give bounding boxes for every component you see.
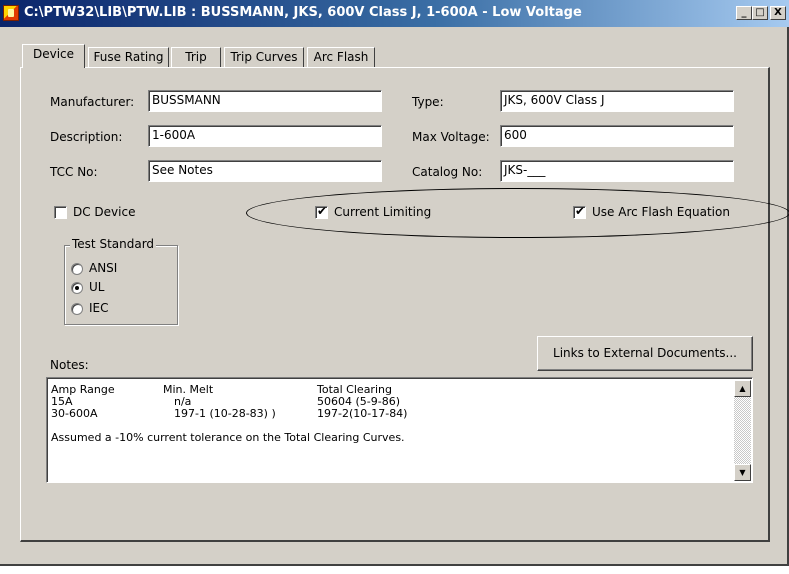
tcc-no-field[interactable]: See Notes xyxy=(148,160,382,182)
notes-row-range: 30-600A xyxy=(51,407,98,420)
close-button[interactable]: X xyxy=(770,6,786,20)
type-label: Type: xyxy=(412,95,444,109)
tcc-no-label: TCC No: xyxy=(50,165,98,179)
radio-iec-label: IEC xyxy=(89,301,109,315)
description-label: Description: xyxy=(50,130,123,144)
manufacturer-field[interactable]: BUSSMANN xyxy=(148,90,382,112)
catalog-no-label: Catalog No: xyxy=(412,165,483,179)
title-bar[interactable]: C:\PTW32\LIB\PTW.LIB : BUSSMANN, JKS, 60… xyxy=(0,0,789,27)
max-voltage-field[interactable]: 600 xyxy=(500,125,734,147)
notes-scrollbar[interactable]: ▲ ▼ xyxy=(734,380,751,481)
test-standard-title: Test Standard xyxy=(70,237,157,251)
maximize-button[interactable]: □ xyxy=(752,6,768,20)
radio-ul[interactable] xyxy=(71,282,83,294)
description-field[interactable]: 1-600A xyxy=(148,125,382,147)
tab-device[interactable]: Device xyxy=(22,44,85,68)
tab-arc-flash[interactable]: Arc Flash xyxy=(307,47,375,67)
notes-footer: Assumed a -10% current tolerance on the … xyxy=(51,431,405,444)
dc-device-checkbox[interactable] xyxy=(54,206,67,219)
arrow-down-icon[interactable]: ▼ xyxy=(734,464,751,481)
radio-ansi-label: ANSI xyxy=(89,261,118,275)
app-icon[interactable] xyxy=(3,5,19,21)
notes-row-min-melt: 197-1 (10-28-83) ) xyxy=(174,407,276,420)
tab-trip-curves[interactable]: Trip Curves xyxy=(224,47,304,67)
dc-device-label: DC Device xyxy=(73,205,136,219)
window-title: C:\PTW32\LIB\PTW.LIB : BUSSMANN, JKS, 60… xyxy=(24,5,582,20)
radio-ul-label: UL xyxy=(89,280,105,294)
highlight-ellipse xyxy=(246,188,789,238)
radio-ansi[interactable] xyxy=(71,263,83,275)
type-field[interactable]: JKS, 600V Class J xyxy=(500,90,734,112)
notes-textarea[interactable]: Amp Range Min. Melt Total Clearing 15A n… xyxy=(46,377,753,483)
device-dialog: C:\PTW32\LIB\PTW.LIB : BUSSMANN, JKS, 60… xyxy=(0,0,789,566)
links-external-docs-button[interactable]: Links to External Documents... xyxy=(537,336,753,371)
radio-dot-icon xyxy=(75,286,79,290)
radio-iec[interactable] xyxy=(71,303,83,315)
notes-label: Notes: xyxy=(50,358,89,372)
manufacturer-label: Manufacturer: xyxy=(50,95,135,109)
notes-row-total: 197-2(10-17-84) xyxy=(317,407,408,420)
max-voltage-label: Max Voltage: xyxy=(412,130,490,144)
tab-fuse-rating[interactable]: Fuse Rating xyxy=(88,47,169,67)
catalog-no-field[interactable]: JKS-___ xyxy=(500,160,734,182)
tab-trip[interactable]: Trip xyxy=(171,47,221,67)
minimize-button[interactable]: _ xyxy=(736,6,752,20)
arrow-up-icon[interactable]: ▲ xyxy=(734,380,751,397)
